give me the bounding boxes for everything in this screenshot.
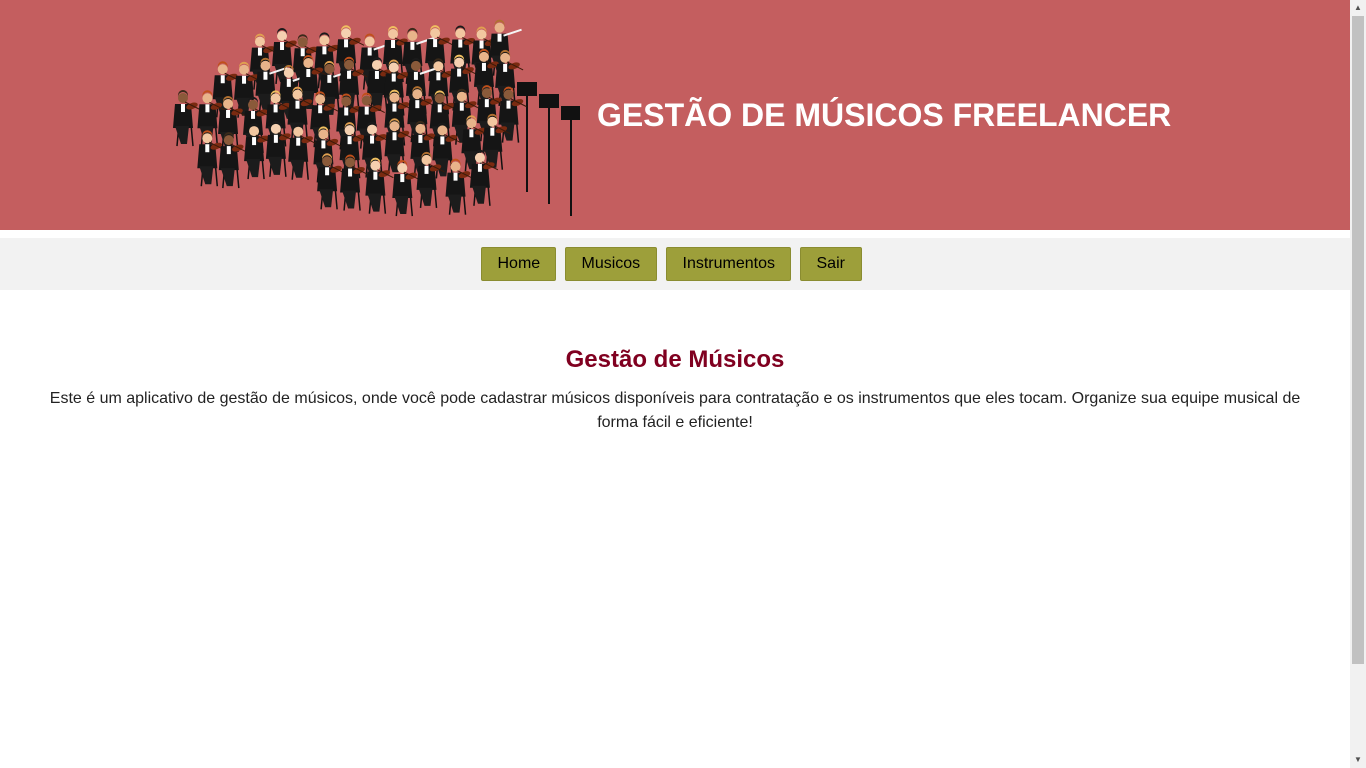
page-heading: Gestão de Músicos: [565, 346, 785, 373]
scroll-down-arrow-icon[interactable]: ▼: [1350, 752, 1366, 768]
main-content: Gestão de Músicos Este é um aplicativo d…: [0, 290, 1350, 435]
nav-home-button[interactable]: Home: [480, 247, 556, 281]
nav-sair-button[interactable]: Sair: [799, 247, 862, 281]
nav-musicos-button[interactable]: Musicos: [564, 247, 657, 281]
nav-button-group: Home Musicos Instrumentos Sair: [0, 247, 1350, 281]
orchestra-illustration: [172, 19, 580, 217]
page: GESTÃO DE MÚSICOS FREELANCER Home Musico…: [0, 0, 1350, 768]
scroll-up-arrow-icon[interactable]: ▲: [1350, 0, 1366, 16]
header-banner: GESTÃO DE MÚSICOS FREELANCER: [0, 0, 1350, 230]
main-navigation: Home Musicos Instrumentos Sair: [0, 238, 1350, 290]
page-description: Este é um aplicativo de gestão de músico…: [49, 390, 1301, 431]
scrollbar-thumb[interactable]: [1352, 16, 1364, 664]
vertical-scrollbar[interactable]: ▲ ▼: [1350, 0, 1366, 768]
site-title: GESTÃO DE MÚSICOS FREELANCER: [597, 97, 1172, 133]
nav-instrumentos-button[interactable]: Instrumentos: [665, 247, 791, 281]
